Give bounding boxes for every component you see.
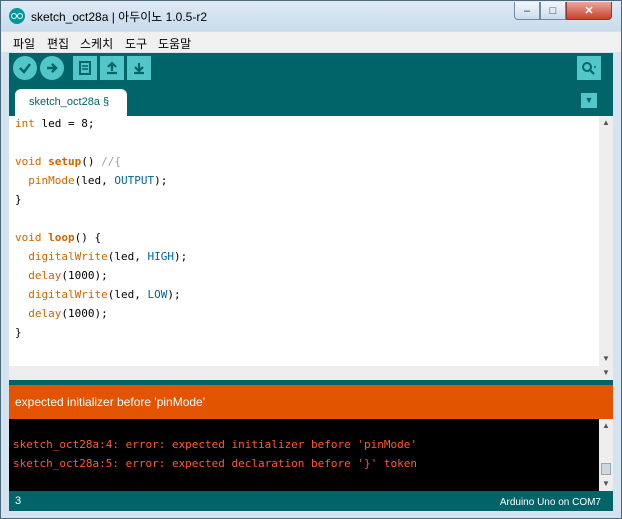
board-port-label: Arduino Uno on COM7 [499, 497, 601, 508]
menu-sketch[interactable]: 스케치 [80, 35, 113, 52]
tab-menu-button[interactable]: ▼ [581, 93, 597, 108]
menu-bar: 파일 편집 스케치 도구 도움말 [1, 32, 621, 52]
editor-horizontal-scrollbar[interactable] [9, 366, 599, 380]
serial-monitor-button[interactable] [577, 56, 601, 80]
upload-button[interactable] [40, 56, 64, 80]
new-button[interactable] [73, 56, 97, 80]
menu-tools[interactable]: 도구 [125, 35, 147, 52]
scroll-down-icon[interactable]: ▼ [599, 366, 613, 380]
scrollbar-thumb[interactable] [601, 463, 611, 475]
open-icon [107, 61, 117, 75]
scroll-down-icon[interactable]: ▼ [599, 477, 613, 491]
scroll-down-icon[interactable]: ▼ [599, 352, 613, 366]
upload-icon [47, 63, 58, 73]
console-line: sketch_oct28a:5: error: expected declara… [13, 457, 417, 470]
new-icon [79, 61, 91, 75]
verify-button[interactable] [13, 56, 37, 80]
menu-file[interactable]: 파일 [13, 35, 35, 52]
save-button[interactable] [127, 56, 151, 80]
code-line-12: } [15, 326, 22, 339]
menu-help[interactable]: 도움말 [158, 35, 191, 52]
code-line-8: digitalWrite(led, HIGH); [28, 250, 188, 263]
line-number: 3 [15, 495, 22, 507]
menu-edit[interactable]: 편집 [47, 35, 69, 52]
code-line-10: digitalWrite(led, LOW); [28, 288, 181, 301]
arduino-logo-icon [9, 8, 25, 24]
console-output[interactable]: sketch_oct28a:4: error: expected initial… [9, 419, 599, 491]
code-editor[interactable]: int led = 8; void setup() //{ pinMode(le… [9, 116, 599, 366]
code-line-9: delay(1000); [28, 269, 108, 282]
bottom-status-bar: 3 Arduino Uno on COM7 [9, 491, 613, 511]
code-line-7: void loop() { [15, 231, 102, 244]
verify-icon [19, 63, 31, 74]
code-line-4: pinMode(led, OUTPUT); [28, 174, 168, 187]
maximize-button[interactable]: □ [540, 2, 566, 20]
code-line-3: void setup() //{ [15, 155, 121, 168]
console-line: sketch_oct28a:4: error: expected initial… [13, 438, 417, 451]
scroll-corner: ▼ [599, 366, 613, 380]
arduino-ide-window: sketch_oct28a | 아두이노 1.0.5-r2 ‒ □ ✕ 파일 편… [0, 0, 622, 519]
toolbar [9, 53, 613, 85]
tab-bar: sketch_oct28a § ▼ [9, 85, 613, 116]
tab-sketch[interactable]: sketch_oct28a § [15, 89, 127, 116]
code-line-1: int led = 8; [15, 117, 95, 130]
console-vertical-scrollbar[interactable]: ▲ ▼ [599, 419, 613, 491]
minimize-button[interactable]: ‒ [514, 2, 540, 20]
serial-monitor-icon [582, 62, 596, 75]
window-title: sketch_oct28a | 아두이노 1.0.5-r2 [31, 10, 208, 24]
save-icon [134, 63, 144, 75]
scroll-up-icon[interactable]: ▲ [599, 116, 613, 130]
triangle-down-icon: ▼ [584, 95, 594, 105]
close-button[interactable]: ✕ [566, 2, 612, 20]
code-line-11: delay(1000); [28, 307, 108, 320]
status-bar: expected initializer before 'pinMode' [9, 385, 613, 419]
open-button[interactable] [100, 56, 124, 80]
status-message: expected initializer before 'pinMode' [15, 395, 206, 409]
code-line-5: } [15, 193, 22, 206]
scroll-up-icon[interactable]: ▲ [599, 419, 613, 433]
title-bar[interactable]: sketch_oct28a | 아두이노 1.0.5-r2 ‒ □ ✕ [1, 1, 621, 31]
editor-vertical-scrollbar[interactable]: ▲ ▼ [599, 116, 613, 366]
